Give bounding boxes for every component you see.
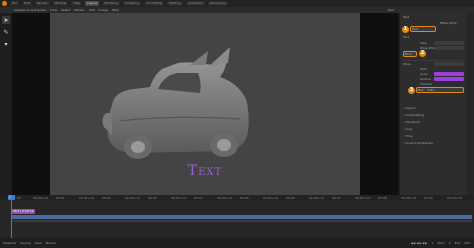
car-model-image (90, 43, 260, 171)
menu-strip[interactable]: Strip (112, 8, 119, 12)
app-logo-icon[interactable] (2, 1, 7, 6)
preview-viewport[interactable]: Text (12, 13, 398, 195)
menu-keying[interactable]: Keying (20, 241, 30, 245)
time-ruler[interactable]: 01:00 00:00+12 00:01 00:01+12 00:02 00:0… (0, 195, 474, 201)
style-label: Style (403, 62, 411, 66)
outline-color-swatch[interactable] (434, 77, 464, 81)
effect-strip-label: Effect Strip (440, 21, 457, 25)
movie-strip[interactable] (12, 215, 472, 219)
ruler-tick: 00:02+12 (125, 196, 140, 200)
editor-type-menu[interactable]: Sequencer & Preview (14, 8, 46, 12)
box-value: 0.01 (427, 88, 435, 92)
text-field-value: Text (412, 27, 419, 31)
size-field[interactable] (434, 41, 464, 45)
text-color-swatch[interactable] (434, 72, 464, 76)
active-strip-name: Text (387, 8, 394, 12)
ruler-tick: 00:05 (240, 196, 249, 200)
section-layout[interactable]: Layout (403, 106, 415, 111)
ruler-tick: 00:07+12 (355, 196, 370, 200)
box-margin-field[interactable]: Box 0.01 (416, 87, 464, 93)
ruler-tick: 00:06+12 (309, 196, 324, 200)
sample-tool-icon[interactable]: ▾ (2, 40, 10, 48)
ruler-tick: 00:07 (332, 196, 341, 200)
text-label: Text (403, 35, 410, 39)
menu-select[interactable]: Select (61, 8, 70, 12)
ruler-tick: 00:08 (378, 196, 387, 200)
ruler-tick: 00:03+12 (171, 196, 186, 200)
ruler-tick: 00:06 (286, 196, 295, 200)
ruler-tick: 00:04 (194, 196, 203, 200)
ruler-tick: 00:04+12 (217, 196, 232, 200)
menu-playback[interactable]: Playback (3, 241, 16, 245)
end-label: End (454, 241, 461, 245)
shadow-label: Shadow (420, 82, 432, 86)
menu-view[interactable]: View (50, 8, 57, 12)
section-transform[interactable]: Transform (403, 120, 420, 125)
section-compositing[interactable]: Compositing (403, 113, 424, 118)
bold-toggle[interactable]: Bold (403, 51, 417, 57)
box-label: Box (418, 88, 424, 92)
italic-label: Italic (420, 67, 428, 71)
workspace-tab-layout[interactable]: Layout (85, 1, 100, 6)
text-field[interactable]: Text (410, 26, 436, 32)
frame-current-field[interactable]: 1 (431, 241, 433, 245)
ruler-tick: 00:00+12 (33, 196, 48, 200)
menu-marker[interactable]: Marker (74, 8, 84, 12)
ruler-tick: 00:03 (148, 196, 157, 200)
section-time[interactable]: Time (403, 134, 412, 139)
menu-marker-timeline[interactable]: Marker (46, 241, 56, 245)
menu-render[interactable]: Render (34, 1, 50, 6)
sound-strip[interactable] (12, 220, 472, 222)
menu-file[interactable]: File (10, 1, 20, 6)
size-label: Size (420, 41, 427, 45)
callout-badge-1: 1 (402, 26, 409, 33)
ruler-tick: 00:09 (424, 196, 433, 200)
bold-toggle-label: Bold (405, 52, 412, 56)
divider (403, 60, 464, 61)
section-custom-properties[interactable]: Custom Properties (403, 141, 433, 146)
workspace-tab-rendering[interactable]: Rendering (208, 1, 228, 6)
menu-view-timeline[interactable]: View (34, 241, 41, 245)
top-menu-bar: File Edit Render Window Help Layout Mode… (0, 0, 474, 7)
playback-bar: Playback Keying View Marker ◀◀ ◀ ▶ ▶▶ 1 … (0, 238, 474, 248)
workspace-tab-sculpting[interactable]: Sculpting (123, 1, 142, 6)
strip-properties-panel: Text 1 Text Effect Strip Text Bold 2 Siz… (400, 13, 467, 195)
panel-header: Text (403, 15, 410, 19)
color-label: Color (420, 72, 428, 76)
blade-tool-icon[interactable]: ✎ (2, 28, 10, 36)
menu-window[interactable]: Window (52, 1, 69, 6)
menu-add[interactable]: Add (89, 8, 95, 12)
start-frame-field[interactable]: 1 (449, 241, 451, 245)
end-frame-field[interactable]: 250 (464, 241, 470, 245)
ruler-tick: 00:05+12 (263, 196, 278, 200)
wrap-width-field[interactable] (434, 46, 464, 50)
font-field[interactable] (434, 62, 464, 66)
workspace-tab-animation[interactable]: Animation (185, 1, 206, 6)
menu-image[interactable]: Image (99, 8, 108, 12)
text-strip[interactable]: Text | 0:00:16 (12, 209, 35, 214)
callout-badge-3: 3 (408, 87, 415, 94)
workspace-tab-shading[interactable]: Shading (166, 1, 183, 6)
properties-side-tabs[interactable] (467, 13, 474, 195)
callout-badge-2: 2 (419, 50, 426, 57)
ruler-tick: 00:01 (56, 196, 65, 200)
play-controls-icon[interactable]: ◀◀ ◀ ▶ ▶▶ (411, 241, 428, 245)
start-label: Start (437, 241, 445, 245)
sequencer-timeline[interactable]: 01:00 00:00+12 00:01 00:01+12 00:02 00:0… (0, 195, 474, 238)
ruler-tick: 00:08+12 (401, 196, 416, 200)
ruler-tick: 00:01+12 (79, 196, 94, 200)
workspace-tab-uv-editing[interactable]: UV Editing (144, 1, 164, 6)
ruler-tick: 00:09+12 (447, 196, 462, 200)
text-strip-overlay: Text (187, 163, 223, 179)
ruler-tick: 00:02 (102, 196, 111, 200)
tool-shelf: ➤ ✎ ▾ (0, 13, 12, 195)
menu-edit[interactable]: Edit (22, 1, 32, 6)
outline-label: Outline (420, 77, 431, 81)
workspace-tab-modeling[interactable]: Modeling (102, 1, 121, 6)
section-crop[interactable]: Crop (403, 127, 412, 132)
select-tool-icon[interactable]: ➤ (2, 16, 10, 24)
menu-help[interactable]: Help (71, 1, 83, 6)
